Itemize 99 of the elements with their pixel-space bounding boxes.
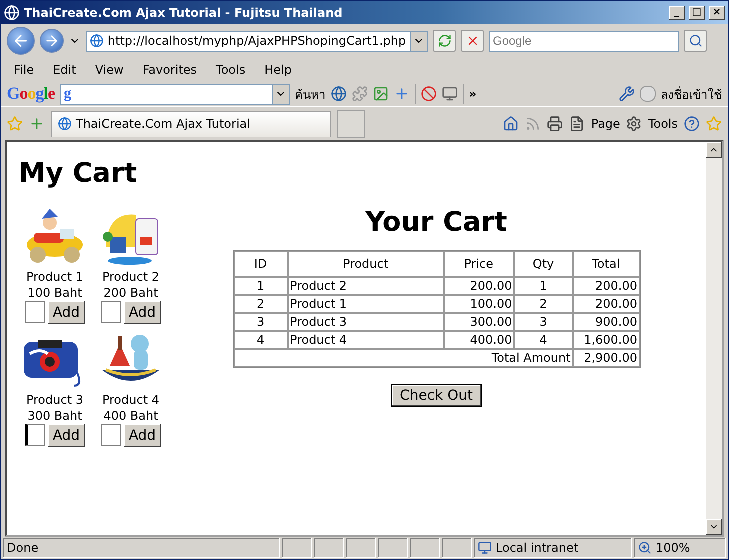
status-pane	[378, 538, 408, 558]
refresh-icon	[438, 34, 452, 48]
table-cell: 200.00	[444, 277, 514, 295]
zone-indicator: Local intranet	[474, 538, 632, 558]
add-button[interactable]: Add	[48, 301, 85, 324]
table-cell: Product 2	[288, 277, 444, 295]
maximize-button[interactable]: □	[689, 6, 705, 20]
status-pane	[442, 538, 472, 558]
page-heading: My Cart	[19, 158, 138, 189]
address-field[interactable]: http://localhost/myphp/AjaxPHPShopingCart1.php	[86, 30, 428, 52]
page-menu[interactable]: Page	[591, 116, 620, 130]
product-price: 100 Baht	[28, 285, 82, 301]
minimize-button[interactable]: _	[669, 6, 685, 20]
status-pane	[314, 538, 344, 558]
forward-arrow-icon	[44, 33, 60, 49]
forward-button[interactable]	[40, 29, 64, 53]
product-name: Product 3	[26, 392, 84, 408]
add-button[interactable]: Add	[48, 424, 85, 447]
menu-item[interactable]: Help	[258, 63, 299, 77]
column-header: ID	[234, 251, 288, 277]
table-cell: Product 3	[288, 313, 444, 331]
column-header: Product	[288, 251, 444, 277]
back-button[interactable]	[7, 27, 35, 55]
window-icon[interactable]	[442, 86, 458, 102]
table-cell: 2	[234, 295, 288, 313]
table-cell: 100.00	[444, 295, 514, 313]
table-cell: 3	[234, 313, 288, 331]
total-value: 2,900.00	[572, 349, 640, 367]
product-name: Product 2	[102, 269, 160, 285]
table-cell: 200.00	[572, 295, 640, 313]
browser-tab[interactable]: ThaiCreate.Com Ajax Tutorial	[51, 110, 331, 136]
status-text: Done	[3, 538, 280, 558]
more-chevron[interactable]: »	[469, 87, 477, 101]
table-cell: 2	[514, 295, 573, 313]
window-title: ThaiCreate.Com Ajax Tutorial - Fujitsu Thailand	[24, 6, 344, 20]
quantity-field[interactable]	[25, 301, 45, 323]
menu-item[interactable]: View	[88, 63, 131, 77]
settings-icon[interactable]	[626, 116, 642, 132]
column-header: Total	[572, 251, 640, 277]
wrench-icon[interactable]	[619, 86, 635, 102]
zoom-icon[interactable]	[638, 541, 652, 555]
block-icon[interactable]	[421, 86, 438, 102]
product-price: 300 Baht	[28, 408, 82, 424]
menu-item[interactable]: Edit	[46, 63, 84, 77]
column-header: Price	[444, 251, 514, 277]
image-icon[interactable]	[373, 86, 390, 102]
add-button[interactable]: Add	[124, 301, 161, 324]
table-cell: 400.00	[444, 331, 514, 349]
table-cell: 300.00	[444, 313, 514, 331]
column-header: Qty	[514, 251, 573, 277]
product-name: Product 4	[102, 392, 160, 408]
dropdown-button[interactable]	[272, 84, 290, 104]
status-pane	[410, 538, 440, 558]
menu-item[interactable]: Tools	[209, 63, 253, 77]
checkout-button[interactable]: Check Out	[391, 384, 482, 407]
status-pane	[346, 538, 376, 558]
dropdown-button[interactable]	[410, 32, 427, 50]
help-icon[interactable]	[684, 116, 700, 132]
table-cell: 1	[514, 277, 573, 295]
signin-link[interactable]: ลงชื่อเข้าใช้	[661, 84, 722, 104]
quantity-field[interactable]	[101, 424, 121, 446]
zoom-control[interactable]: 100%	[634, 538, 726, 558]
print-icon[interactable]	[547, 116, 564, 132]
menu-item[interactable]: File	[7, 63, 42, 77]
table-cell: 200.00	[572, 277, 640, 295]
search-button[interactable]	[684, 30, 707, 52]
google-logo: Google	[7, 84, 56, 104]
home-icon[interactable]	[503, 116, 520, 132]
tools-menu[interactable]: Tools	[648, 116, 678, 130]
cart-heading: Your Cart	[366, 207, 508, 238]
toolbar-search-field[interactable]: g	[60, 84, 290, 104]
table-cell: 3	[514, 313, 573, 331]
search-icon	[688, 34, 702, 48]
quantity-field[interactable]	[25, 424, 45, 446]
table-cell: 4	[514, 331, 573, 349]
table-cell: Product 1	[288, 295, 444, 313]
table-cell: 1	[234, 277, 288, 295]
total-label: Total Amount	[234, 349, 573, 367]
scrollbar[interactable]	[706, 142, 722, 535]
stop-button[interactable]	[461, 30, 484, 52]
globe-icon[interactable]	[331, 86, 348, 102]
product-price: 200 Baht	[104, 285, 158, 301]
engine-selector[interactable]: g	[64, 86, 72, 102]
close-button[interactable]: ×	[709, 6, 725, 20]
search-label[interactable]: ค้นหา	[295, 84, 326, 104]
product-price: 400 Baht	[104, 408, 158, 424]
table-cell: 900.00	[572, 313, 640, 331]
menu-item[interactable]: Favorites	[136, 63, 204, 77]
quantity-field[interactable]	[101, 301, 121, 323]
product-name: Product 1	[26, 269, 84, 285]
add-favorite-icon[interactable]	[29, 116, 45, 132]
refresh-button[interactable]	[433, 30, 456, 52]
table-cell: 1,600.00	[572, 331, 640, 349]
search-field[interactable]: Google	[489, 30, 679, 52]
table-cell: 4	[234, 331, 288, 349]
star-icon[interactable]	[706, 116, 722, 132]
add-button[interactable]: Add	[124, 424, 161, 447]
table-cell: Product 4	[288, 331, 444, 349]
status-pane	[282, 538, 312, 558]
